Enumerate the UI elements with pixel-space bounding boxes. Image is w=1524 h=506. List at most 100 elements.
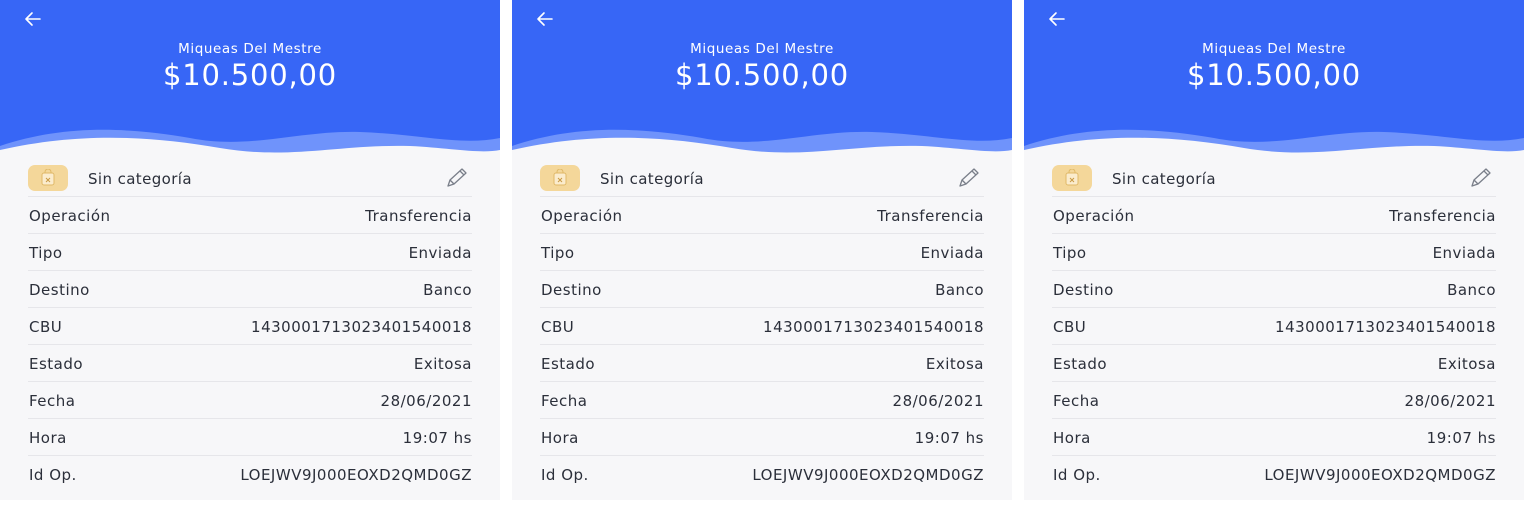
screen-3: Miqueas Del Mestre $10.500,00 Sin catego… xyxy=(1024,0,1524,500)
detail-key: Tipo xyxy=(29,244,63,262)
detail-row-destino: Destino Banco xyxy=(28,271,472,308)
back-arrow-icon[interactable] xyxy=(1046,8,1070,32)
category-label: Sin categoría xyxy=(600,170,704,188)
detail-row-hora: Hora 19:07 hs xyxy=(540,419,984,456)
category-bag-icon xyxy=(540,165,580,191)
detail-key: Hora xyxy=(541,429,579,447)
detail-value: Exitosa xyxy=(1437,355,1496,373)
back-arrow-icon[interactable] xyxy=(534,8,558,32)
detail-value: Transferencia xyxy=(365,207,472,225)
detail-row-estado: Estado Exitosa xyxy=(1052,345,1496,382)
detail-value: Enviada xyxy=(408,244,472,262)
detail-row-destino: Destino Banco xyxy=(540,271,984,308)
detail-key: Fecha xyxy=(541,392,588,410)
detail-value: 1430001713023401540018 xyxy=(251,318,472,336)
detail-key: Destino xyxy=(1053,281,1114,299)
detail-key: Fecha xyxy=(29,392,76,410)
detail-key: Fecha xyxy=(1053,392,1100,410)
detail-key: Operación xyxy=(541,207,623,225)
detail-row-cbu: CBU 1430001713023401540018 xyxy=(28,308,472,345)
detail-value: Enviada xyxy=(920,244,984,262)
detail-value: Banco xyxy=(1447,281,1496,299)
detail-row-tipo: Tipo Enviada xyxy=(1052,234,1496,271)
detail-value: 28/06/2021 xyxy=(1404,392,1496,410)
detail-key: Estado xyxy=(29,355,84,373)
category-bag-icon xyxy=(28,165,68,191)
detail-value: LOEJWV9J000EOXD2QMD0GZ xyxy=(240,466,472,484)
detail-key: Operación xyxy=(29,207,111,225)
detail-value: 28/06/2021 xyxy=(380,392,472,410)
detail-value: 19:07 hs xyxy=(1426,429,1496,447)
detail-key: Id Op. xyxy=(541,466,589,484)
screen-2: Miqueas Del Mestre $10.500,00 Sin catego… xyxy=(512,0,1012,500)
detail-key: CBU xyxy=(541,318,575,336)
category-row[interactable]: Sin categoría xyxy=(28,162,472,197)
detail-row-estado: Estado Exitosa xyxy=(28,345,472,382)
header: Miqueas Del Mestre $10.500,00 xyxy=(512,0,1012,162)
detail-row-operacion: Operación Transferencia xyxy=(1052,197,1496,234)
detail-row-tipo: Tipo Enviada xyxy=(28,234,472,271)
detail-value: Enviada xyxy=(1432,244,1496,262)
category-row[interactable]: Sin categoría xyxy=(1052,162,1496,197)
detail-key: Destino xyxy=(541,281,602,299)
detail-row-cbu: CBU 1430001713023401540018 xyxy=(540,308,984,345)
category-label: Sin categoría xyxy=(1112,170,1216,188)
amount: $10.500,00 xyxy=(1186,58,1362,92)
details-list: Operación Transferencia Tipo Enviada Desti… xyxy=(28,197,472,492)
detail-key: Id Op. xyxy=(1053,466,1101,484)
pencil-icon[interactable] xyxy=(956,166,982,190)
header-wave xyxy=(512,129,1012,162)
header-wave xyxy=(0,129,500,162)
detail-key: Operación xyxy=(1053,207,1135,225)
detail-key: Id Op. xyxy=(29,466,77,484)
detail-row-id-op: Id Op. LOEJWV9J000EOXD2QMD0GZ xyxy=(540,456,984,492)
detail-row-hora: Hora 19:07 hs xyxy=(28,419,472,456)
detail-row-destino: Destino Banco xyxy=(1052,271,1496,308)
detail-value: Transferencia xyxy=(877,207,984,225)
detail-row-id-op: Id Op. LOEJWV9J000EOXD2QMD0GZ xyxy=(28,456,472,492)
amount: $10.500,00 xyxy=(162,58,338,92)
detail-value: 28/06/2021 xyxy=(892,392,984,410)
detail-value: Exitosa xyxy=(413,355,472,373)
detail-value: Exitosa xyxy=(925,355,984,373)
screen-1: Miqueas Del Mestre $10.500,00 Sin catego… xyxy=(0,0,500,500)
header: Miqueas Del Mestre $10.500,00 xyxy=(0,0,500,162)
recipient-name: Miqueas Del Mestre xyxy=(1202,41,1346,57)
detail-key: Estado xyxy=(541,355,596,373)
detail-value: 19:07 hs xyxy=(914,429,984,447)
detail-value: 1430001713023401540018 xyxy=(763,318,984,336)
detail-value: Banco xyxy=(935,281,984,299)
detail-value: LOEJWV9J000EOXD2QMD0GZ xyxy=(752,466,984,484)
recipient-name: Miqueas Del Mestre xyxy=(178,41,322,57)
detail-value: LOEJWV9J000EOXD2QMD0GZ xyxy=(1264,466,1496,484)
detail-row-fecha: Fecha 28/06/2021 xyxy=(28,382,472,419)
detail-value: Transferencia xyxy=(1389,207,1496,225)
detail-key: Tipo xyxy=(541,244,575,262)
detail-key: Estado xyxy=(1053,355,1108,373)
pencil-icon[interactable] xyxy=(1468,166,1494,190)
amount: $10.500,00 xyxy=(674,58,850,92)
category-bag-icon xyxy=(1052,165,1092,191)
detail-key: CBU xyxy=(1053,318,1087,336)
pencil-icon[interactable] xyxy=(444,166,470,190)
detail-value: 19:07 hs xyxy=(402,429,472,447)
category-row[interactable]: Sin categoría xyxy=(540,162,984,197)
detail-row-operacion: Operación Transferencia xyxy=(540,197,984,234)
back-arrow-icon[interactable] xyxy=(22,8,46,32)
header: Miqueas Del Mestre $10.500,00 xyxy=(1024,0,1524,162)
detail-row-estado: Estado Exitosa xyxy=(540,345,984,382)
header-wave xyxy=(1024,129,1524,162)
detail-value: 1430001713023401540018 xyxy=(1275,318,1496,336)
detail-row-fecha: Fecha 28/06/2021 xyxy=(1052,382,1496,419)
detail-key: CBU xyxy=(29,318,63,336)
detail-row-tipo: Tipo Enviada xyxy=(540,234,984,271)
detail-row-hora: Hora 19:07 hs xyxy=(1052,419,1496,456)
detail-key: Hora xyxy=(1053,429,1091,447)
recipient-name: Miqueas Del Mestre xyxy=(690,41,834,57)
details-list: Operación Transferencia Tipo Enviada Desti… xyxy=(540,197,984,492)
detail-row-fecha: Fecha 28/06/2021 xyxy=(540,382,984,419)
details-list: Operación Transferencia Tipo Enviada Desti… xyxy=(1052,197,1496,492)
detail-key: Tipo xyxy=(1053,244,1087,262)
detail-key: Hora xyxy=(29,429,67,447)
detail-value: Banco xyxy=(423,281,472,299)
